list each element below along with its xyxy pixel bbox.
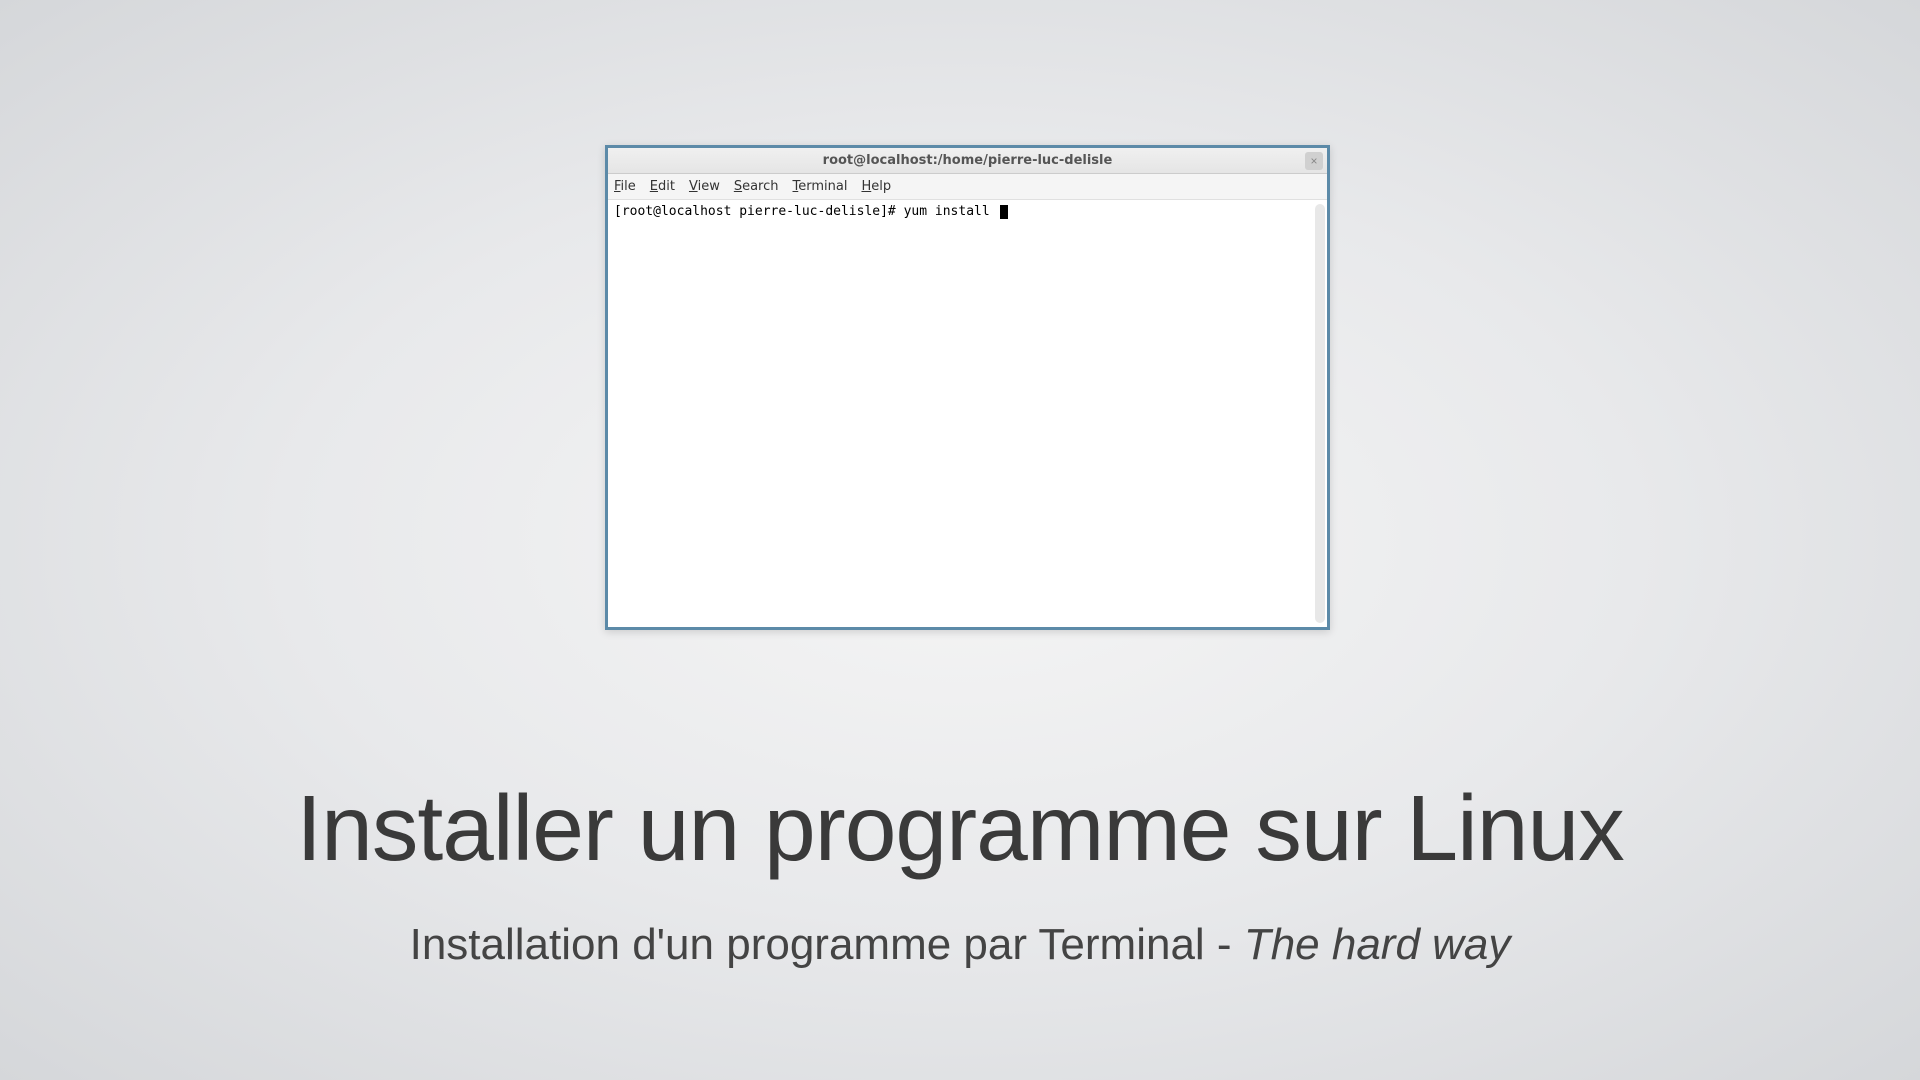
terminal-body[interactable]: [root@localhost pierre-luc-delisle]# yum… — [608, 200, 1327, 627]
menu-terminal[interactable]: Terminal — [793, 179, 848, 194]
menu-terminal-rest: erminal — [798, 179, 847, 194]
menu-search-rest: earch — [742, 179, 778, 194]
menu-view-rest: iew — [698, 179, 720, 194]
terminal-prompt: [root@localhost pierre-luc-delisle]# — [614, 204, 904, 219]
terminal-command: yum install — [904, 204, 998, 219]
subtitle-prefix: Installation d'un programme par Terminal… — [410, 920, 1244, 969]
menu-file[interactable]: File — [614, 179, 636, 194]
scrollbar[interactable] — [1315, 204, 1325, 623]
menu-file-rest: ile — [621, 179, 636, 194]
menu-help-rest: elp — [871, 179, 891, 194]
slide-title: Installer un programme sur Linux — [0, 775, 1920, 882]
window-title: root@localhost:/home/pierre-luc-delisle — [823, 153, 1113, 168]
menubar: File Edit View Search Terminal Help — [608, 174, 1327, 200]
subtitle-italic: The hard way — [1244, 920, 1511, 969]
close-icon: × — [1310, 154, 1317, 168]
terminal-window: root@localhost:/home/pierre-luc-delisle … — [605, 145, 1330, 630]
window-titlebar[interactable]: root@localhost:/home/pierre-luc-delisle … — [608, 148, 1327, 174]
cursor-icon — [1000, 205, 1008, 219]
close-button[interactable]: × — [1305, 152, 1323, 170]
menu-edit-rest: dit — [658, 179, 675, 194]
menu-view[interactable]: View — [689, 179, 720, 194]
menu-help[interactable]: Help — [861, 179, 891, 194]
menu-edit[interactable]: Edit — [650, 179, 675, 194]
menu-search[interactable]: Search — [734, 179, 779, 194]
terminal-line: [root@localhost pierre-luc-delisle]# yum… — [614, 204, 1321, 221]
slide-container: root@localhost:/home/pierre-luc-delisle … — [0, 0, 1920, 1080]
slide-subtitle: Installation d'un programme par Terminal… — [0, 920, 1920, 970]
